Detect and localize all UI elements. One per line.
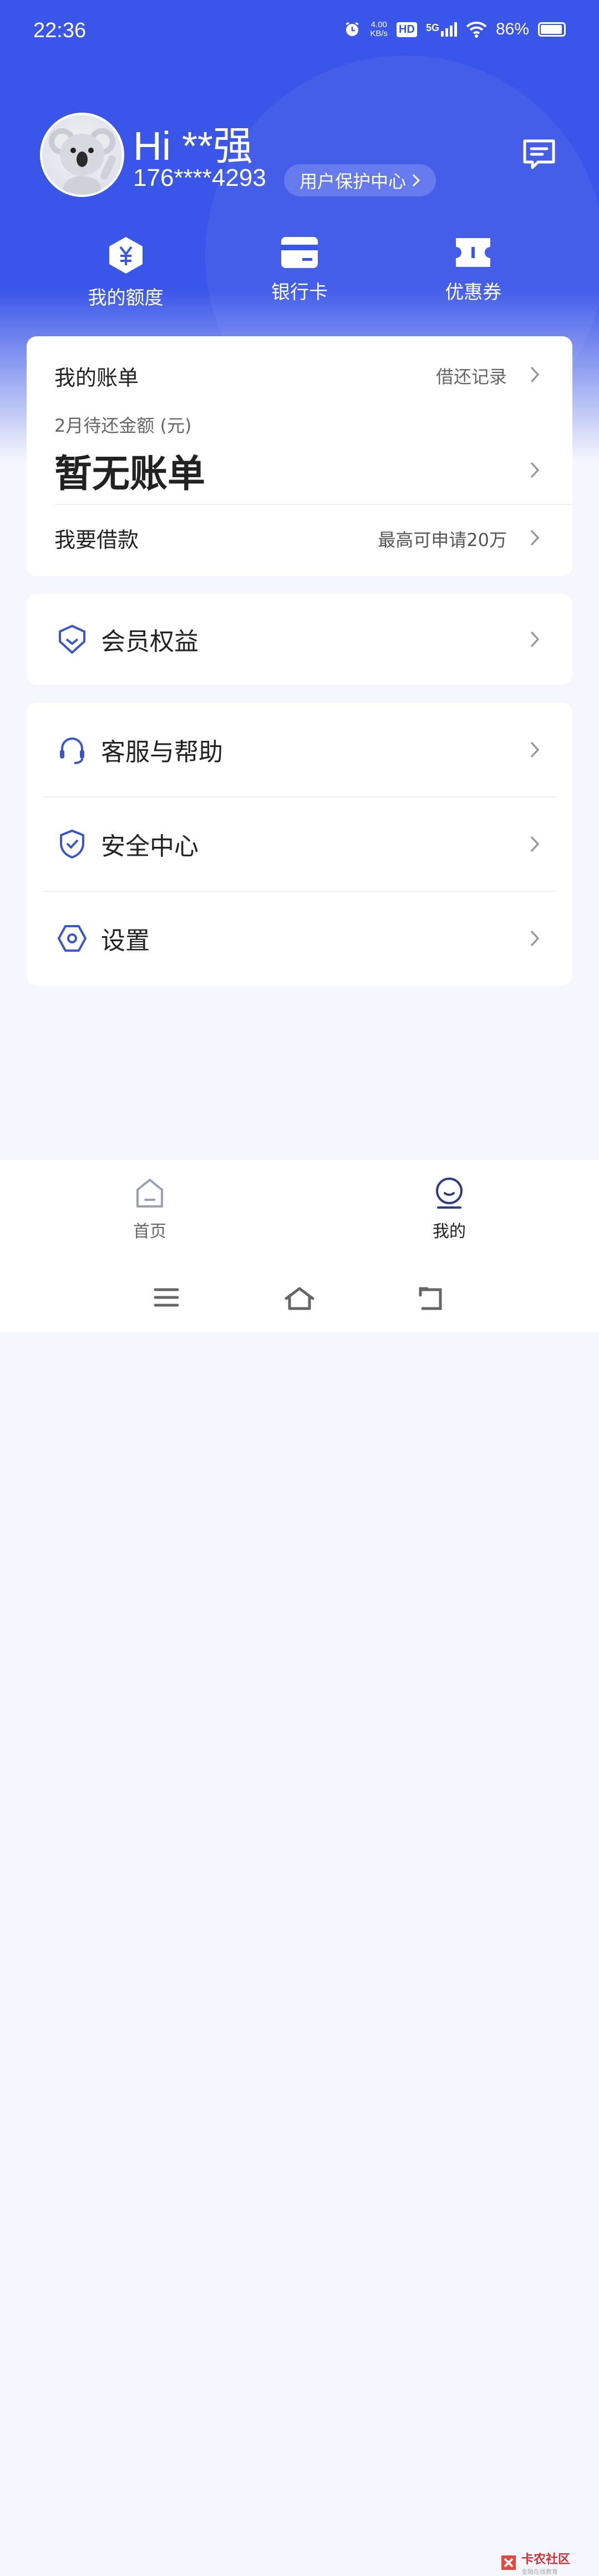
user-protection-label: 用户保护中心 [300, 171, 407, 192]
chevron-right-icon [530, 836, 540, 852]
chevron-right-icon [530, 930, 540, 947]
kanong-logo-icon [501, 2555, 516, 2570]
quick-action-coupon[interactable]: 优惠券 [418, 236, 529, 310]
hd-badge: HD [397, 22, 417, 37]
menu-item-customer-service[interactable]: 客服与帮助 [27, 703, 572, 797]
menu-item-label: 客服与帮助 [101, 738, 223, 766]
home-icon [136, 1179, 163, 1208]
menu-item-label: 设置 [101, 927, 150, 955]
bill-card: 我的账单 借还记录 2月待还金额 (元) 暂无账单 我要借款 最高可申请20万 [27, 336, 572, 576]
watermark-subtitle: 金融在线教育 [521, 2568, 558, 2575]
tab-home[interactable]: 首页 [94, 1176, 205, 1242]
quick-action-label: 优惠券 [445, 281, 502, 304]
quick-actions: 我的额度 银行卡 优惠券 [0, 236, 599, 310]
status-time: 22:36 [33, 19, 87, 42]
profile-icon [436, 1178, 463, 1209]
menu-icon[interactable] [153, 1286, 180, 1309]
avatar[interactable] [40, 113, 124, 197]
month-due-label: 2月待还金额 (元) [54, 415, 192, 436]
signal-label: 5G [425, 22, 439, 33]
tab-label: 首页 [133, 1222, 166, 1241]
alarm-icon [346, 22, 359, 36]
watermark-title: 卡农社区 [521, 2553, 571, 2567]
net-speed-value: 4.00 [370, 20, 387, 29]
greeting: Hi **强 [133, 124, 253, 169]
membership-label: 会员权益 [101, 628, 199, 656]
max-loan-label: 最高可申请20万 [378, 529, 507, 550]
tab-label: 我的 [433, 1222, 466, 1241]
quick-action-credit-limit[interactable]: 我的额度 [70, 236, 181, 310]
chevron-right-icon [530, 631, 540, 648]
wifi-icon [466, 21, 487, 38]
chevron-right-icon [530, 462, 540, 478]
status-icons: 4.00 KB/s HD 5G 86% [343, 20, 566, 39]
quick-action-label: 我的额度 [88, 287, 164, 309]
bill-title: 我的账单 [54, 366, 139, 390]
user-protection-center-button[interactable]: 用户保护中心 [284, 164, 436, 196]
bank-card-icon [281, 237, 318, 268]
borrow-repay-records-label: 借还记录 [435, 366, 507, 387]
quick-action-bank-card[interactable]: 银行卡 [244, 236, 355, 310]
quick-action-label: 银行卡 [271, 281, 328, 304]
bottom-tab-bar: 首页 我的 [0, 1160, 599, 1265]
home-nav-icon[interactable] [283, 1286, 316, 1311]
battery-percent: 86% [495, 20, 529, 38]
yuan-hexagon-icon [109, 237, 143, 274]
membership-card: 会员权益 [27, 594, 572, 685]
divider [54, 504, 572, 505]
menu-item-security-center[interactable]: 安全中心 [27, 797, 572, 891]
chevron-right-icon [530, 529, 540, 546]
settings-hexagon-icon [58, 925, 87, 952]
koala-avatar-icon [49, 128, 116, 195]
member-shield-icon [59, 625, 85, 654]
chevron-right-icon [530, 366, 540, 383]
menu-item-label: 安全中心 [101, 832, 199, 861]
message-icon[interactable] [521, 138, 557, 171]
signal-icon: 5G [426, 22, 457, 37]
security-shield-icon [60, 830, 84, 858]
membership-row[interactable]: 会员权益 [27, 594, 572, 685]
borrow-title: 我要借款 [54, 528, 139, 552]
net-speed-unit: KB/s [370, 29, 388, 38]
bill-status: 暂无账单 [54, 452, 206, 496]
system-navigation-bar: 卡农社区 金融在线教育 [0, 1265, 599, 2575]
chevron-right-icon [412, 174, 420, 187]
net-speed: 4.00 KB/s [370, 21, 388, 38]
menu-item-settings[interactable]: 设置 [27, 891, 572, 986]
watermark: 卡农社区 金融在线教育 [499, 2549, 570, 2576]
headset-icon [60, 738, 84, 764]
tab-profile[interactable]: 我的 [394, 1176, 505, 1242]
menu-card: 客服与帮助 安全中心 设置 [27, 703, 572, 986]
back-icon[interactable] [418, 1286, 445, 1311]
coupon-icon [456, 238, 491, 267]
battery-icon [538, 22, 566, 37]
chevron-right-icon [530, 741, 540, 758]
status-bar: 22:36 4.00 KB/s HD 5G 86% [0, 0, 599, 64]
phone-number: 176****4293 [133, 164, 266, 191]
